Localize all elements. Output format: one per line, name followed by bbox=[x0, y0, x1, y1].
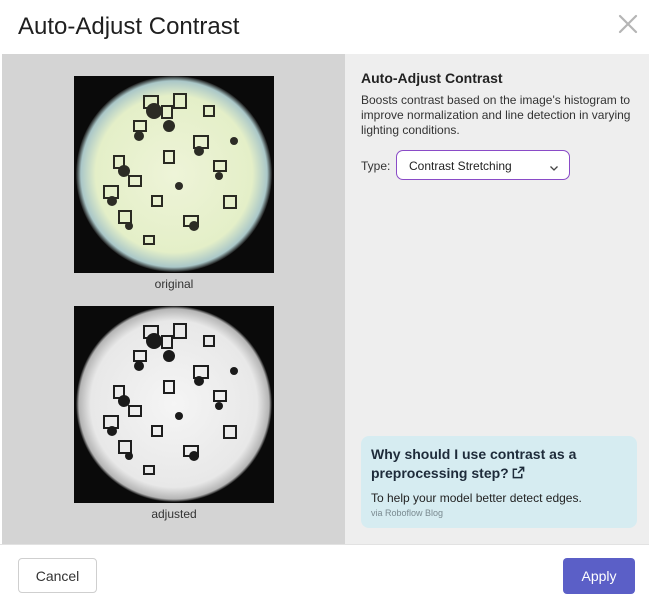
type-label: Type: bbox=[361, 159, 391, 173]
tip-text: To help your model better detect edges. bbox=[371, 491, 582, 505]
panel-title: Auto-Adjust Contrast bbox=[361, 70, 503, 86]
preview-pane: original adjusted bbox=[2, 54, 345, 544]
adjusted-caption: adjusted bbox=[151, 507, 197, 521]
dialog-footer: Cancel Apply bbox=[0, 544, 649, 605]
settings-panel: Auto-Adjust Contrast Boosts contrast bas… bbox=[345, 54, 649, 544]
apply-button[interactable]: Apply bbox=[563, 558, 635, 594]
cancel-button[interactable]: Cancel bbox=[18, 558, 97, 593]
type-select-value: Contrast Stretching bbox=[409, 159, 512, 173]
type-select[interactable]: Contrast Stretching bbox=[396, 150, 570, 180]
original-image bbox=[74, 76, 274, 273]
dialog-title: Auto-Adjust Contrast bbox=[18, 13, 240, 40]
dialog: Auto-Adjust Contrast original adjusted A… bbox=[0, 0, 649, 604]
panel-description: Boosts contrast based on the image's his… bbox=[361, 93, 631, 137]
tip-title[interactable]: Why should I use contrast as a preproces… bbox=[371, 445, 621, 483]
close-icon[interactable] bbox=[616, 12, 640, 38]
adjusted-image bbox=[74, 306, 274, 503]
chevron-down-icon bbox=[549, 160, 559, 171]
dialog-body: original adjusted Auto-Adjust Contrast B… bbox=[2, 54, 649, 544]
tip-card[interactable]: Why should I use contrast as a preproces… bbox=[361, 436, 637, 528]
tip-title-text: Why should I use contrast as a preproces… bbox=[371, 446, 577, 481]
original-caption: original bbox=[154, 277, 194, 291]
tip-source: via Roboflow Blog bbox=[371, 508, 444, 518]
dialog-header: Auto-Adjust Contrast bbox=[0, 0, 649, 54]
external-link-icon bbox=[512, 465, 525, 479]
